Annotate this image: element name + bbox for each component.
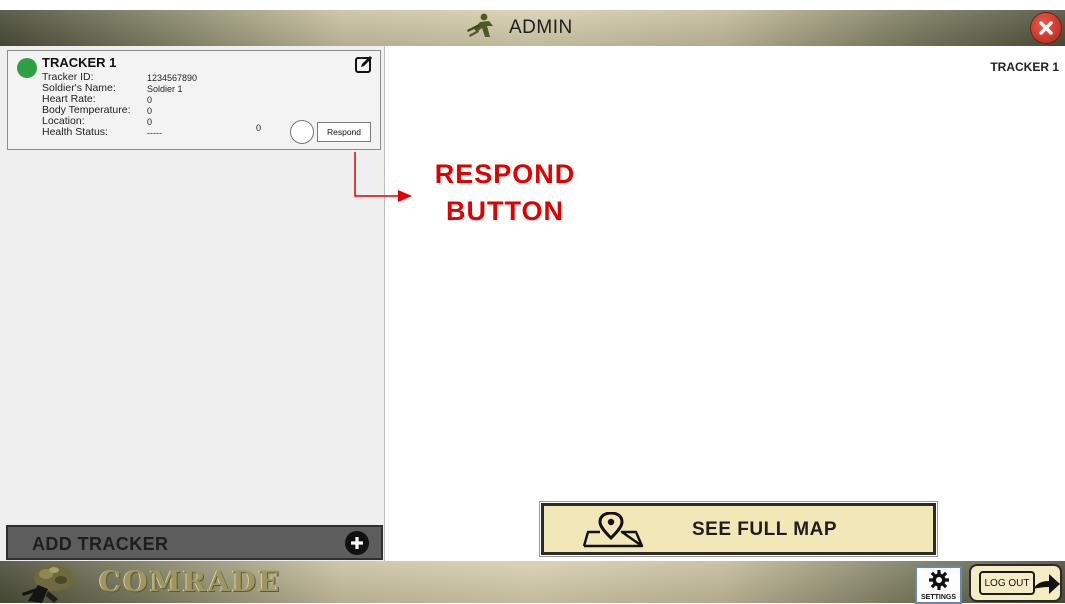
annotation-line-1: RESPOND <box>434 159 576 189</box>
soldier-name-value: Soldier 1 <box>147 84 183 94</box>
tracker-list-panel: TRACKER 1 Tracker ID: 1234567890 Soldier… <box>0 46 385 561</box>
see-full-map-label: SEE FULL MAP <box>692 519 837 540</box>
respond-button-annotation: RESPOND BUTTON <box>420 156 590 230</box>
logout-label: LOG OUT <box>979 571 1035 595</box>
add-tracker-label: ADD TRACKER <box>32 534 169 554</box>
location-secondary-value: 0 <box>256 123 262 133</box>
add-tracker-button[interactable]: ADD TRACKER <box>6 525 383 560</box>
edit-icon <box>355 56 372 73</box>
brand-name: COMRADE <box>99 565 282 598</box>
tracker-id-value: 1234567890 <box>147 73 198 83</box>
soldier-icon <box>465 13 499 44</box>
plus-icon <box>345 531 369 555</box>
footer-bar: COMRADE SETTINGS LOG OUT <box>0 561 1065 604</box>
location-value: 0 <box>147 117 153 127</box>
tracker-card[interactable]: TRACKER 1 Tracker ID: 1234567890 Soldier… <box>7 50 381 150</box>
edit-tracker-button[interactable] <box>354 54 374 74</box>
map-pin-icon <box>582 512 644 548</box>
close-button[interactable] <box>1031 13 1061 43</box>
arrow-right-icon <box>1033 574 1060 594</box>
status-indicator <box>17 58 37 78</box>
body-temperature-value: 0 <box>147 106 153 116</box>
soldier-logo-icon <box>22 565 74 603</box>
health-status-label: Health Status: <box>42 126 108 138</box>
header-bar: ADMIN <box>0 10 1065 46</box>
settings-button[interactable]: SETTINGS <box>915 566 962 604</box>
gear-icon <box>929 570 949 590</box>
respond-radio[interactable] <box>290 120 314 144</box>
callout-arrow <box>354 152 412 202</box>
settings-label: SETTINGS <box>920 594 956 601</box>
see-full-map-button[interactable]: SEE FULL MAP <box>539 501 938 557</box>
tracker-title: TRACKER 1 <box>42 55 117 70</box>
close-icon <box>1039 21 1053 35</box>
heart-rate-value: 0 <box>147 95 153 105</box>
selected-tracker-label: TRACKER 1 <box>990 60 1059 74</box>
logout-button[interactable]: LOG OUT <box>969 564 1062 602</box>
respond-button[interactable]: Respond <box>317 122 371 142</box>
page-title: ADMIN <box>465 10 573 46</box>
admin-label: ADMIN <box>509 17 573 38</box>
annotation-line-2: BUTTON <box>446 196 564 226</box>
health-status-value: ----- <box>147 128 162 138</box>
